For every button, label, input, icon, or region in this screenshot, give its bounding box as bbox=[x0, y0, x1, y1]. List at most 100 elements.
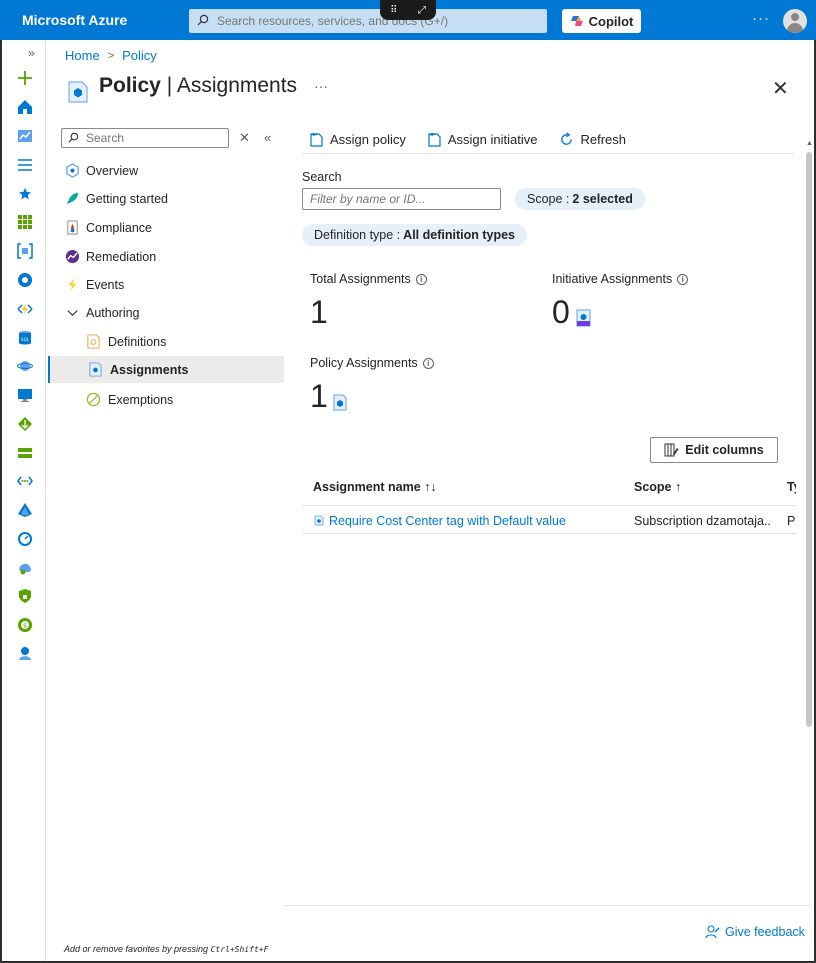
assign-policy-icon bbox=[310, 133, 323, 147]
nav-item-label: Compliance bbox=[86, 221, 153, 235]
scope-filter-pill[interactable]: Scope :2 selected bbox=[515, 188, 645, 210]
nav-item-label: Assignments bbox=[110, 363, 189, 377]
refresh-icon bbox=[561, 132, 573, 145]
more-options-icon[interactable]: ··· bbox=[314, 78, 328, 94]
assignments-table: Assignment name ↑↓ Scope ↑ Ty Require Co… bbox=[302, 474, 796, 534]
assignments-page-icon bbox=[68, 81, 88, 103]
chevron-right-icon: > bbox=[107, 49, 115, 62]
assign-initiative-icon bbox=[428, 133, 441, 147]
overview-icon bbox=[66, 163, 79, 178]
edit-columns-icon bbox=[664, 443, 679, 457]
favorites-star-icon bbox=[19, 188, 31, 200]
virtual-machine-icon[interactable] bbox=[17, 387, 33, 403]
command-bar: Assign policy Assign initiative Refresh bbox=[302, 126, 794, 154]
advisor-icon[interactable] bbox=[17, 560, 33, 576]
grid-dots-icon[interactable]: ⠿ bbox=[390, 5, 397, 16]
give-feedback-link[interactable]: Give feedback bbox=[705, 925, 805, 939]
brand-label[interactable]: Microsoft Azure bbox=[22, 12, 127, 28]
info-icon[interactable]: i bbox=[422, 357, 434, 369]
nav-item-label: Events bbox=[86, 278, 125, 292]
assign-initiative-button[interactable]: Assign initiative bbox=[428, 132, 537, 147]
nav-item-assignments[interactable]: Assignments bbox=[48, 356, 284, 383]
copilot-button[interactable]: Copilot bbox=[562, 9, 641, 33]
app-services-icon[interactable] bbox=[17, 272, 33, 288]
assignment-scope: Subscription dzamotaja... bbox=[634, 514, 770, 528]
nav-search[interactable] bbox=[61, 128, 229, 148]
all-resources-icon[interactable] bbox=[17, 214, 33, 230]
column-header-type[interactable]: Ty bbox=[787, 480, 796, 494]
exemptions-icon bbox=[86, 392, 101, 407]
all-services-icon[interactable] bbox=[17, 157, 33, 173]
favorites-note: Add or remove favorites by pressing Ctrl… bbox=[64, 944, 269, 954]
help-support-icon[interactable] bbox=[17, 645, 33, 661]
storage-account-icon[interactable] bbox=[17, 445, 33, 461]
avatar[interactable] bbox=[783, 9, 807, 33]
policy-assignments-value: 1 bbox=[310, 378, 347, 415]
nav-item-label: Authoring bbox=[86, 306, 140, 320]
nav-item-label: Exemptions bbox=[108, 393, 174, 407]
global-search-input[interactable] bbox=[215, 12, 535, 30]
nav-search-input[interactable] bbox=[84, 131, 224, 145]
home-icon[interactable] bbox=[17, 99, 33, 115]
clear-search-icon[interactable]: ✕ bbox=[239, 130, 250, 146]
nav-item-getting-started[interactable]: Getting started bbox=[48, 185, 284, 212]
svg-text:$: $ bbox=[23, 623, 27, 630]
scroll-up-arrow-icon[interactable]: ▲ bbox=[806, 140, 813, 147]
nav-item-events[interactable]: Events bbox=[48, 271, 284, 298]
chevron-down-icon bbox=[67, 310, 78, 317]
info-icon[interactable]: i bbox=[415, 273, 427, 285]
definition-type-filter-pill[interactable]: Definition type : All definition types bbox=[302, 224, 527, 246]
nav-item-authoring[interactable]: Authoring bbox=[48, 299, 284, 326]
search-icon bbox=[197, 14, 209, 26]
load-balancer-icon[interactable] bbox=[17, 416, 33, 432]
global-search[interactable] bbox=[189, 9, 547, 33]
snap-layout-bar[interactable]: ⠿ ⤢ bbox=[380, 0, 436, 20]
vertical-scrollbar[interactable] bbox=[806, 152, 812, 727]
nav-item-overview[interactable]: Overview bbox=[48, 157, 284, 184]
info-icon[interactable]: i bbox=[677, 273, 689, 285]
breadcrumb-policy[interactable]: Policy bbox=[122, 48, 157, 63]
divider bbox=[285, 905, 810, 906]
breadcrumb-home[interactable]: Home bbox=[65, 48, 100, 63]
entra-id-icon[interactable] bbox=[17, 502, 33, 518]
lightning-icon bbox=[68, 277, 77, 292]
resource-groups-icon[interactable] bbox=[17, 243, 33, 259]
breadcrumb: Home > Policy bbox=[65, 48, 157, 63]
nav-item-remediation[interactable]: Remediation bbox=[48, 243, 284, 270]
policy-icon bbox=[333, 394, 347, 411]
cost-management-icon[interactable]: $ bbox=[17, 617, 33, 633]
edit-columns-button[interactable]: Edit columns bbox=[650, 437, 778, 463]
sql-database-icon[interactable]: SQL bbox=[17, 330, 33, 346]
table-header: Assignment name ↑↓ Scope ↑ Ty bbox=[302, 474, 796, 506]
close-icon[interactable]: ✕ bbox=[772, 76, 789, 101]
nav-item-definitions[interactable]: Definitions bbox=[48, 328, 284, 355]
table-row: Require Cost Center tag with Default val… bbox=[302, 506, 796, 534]
assignment-name-link[interactable]: Require Cost Center tag with Default val… bbox=[329, 514, 566, 528]
expand-rail-icon[interactable]: » bbox=[28, 46, 35, 60]
create-resource-icon[interactable] bbox=[17, 70, 33, 86]
monitor-icon[interactable] bbox=[17, 531, 33, 547]
defender-icon[interactable] bbox=[17, 588, 33, 604]
virtual-network-icon[interactable] bbox=[17, 473, 33, 489]
definitions-icon bbox=[87, 334, 100, 349]
column-header-assignment-name[interactable]: Assignment name ↑↓ bbox=[313, 480, 437, 494]
function-app-icon[interactable] bbox=[17, 301, 33, 317]
refresh-button[interactable]: Refresh bbox=[559, 132, 626, 147]
initiative-assignments-value: 0 bbox=[552, 294, 592, 331]
copilot-icon bbox=[570, 16, 583, 26]
column-header-scope[interactable]: Scope ↑ bbox=[634, 480, 681, 494]
more-icon[interactable]: ··· bbox=[752, 10, 770, 27]
expand-icon[interactable]: ⤢ bbox=[418, 5, 426, 16]
copilot-label: Copilot bbox=[588, 13, 634, 29]
nav-item-label: Remediation bbox=[86, 250, 157, 264]
assignment-type: Po bbox=[787, 514, 796, 528]
dashboard-icon[interactable] bbox=[17, 128, 33, 144]
cosmos-db-icon[interactable] bbox=[17, 358, 33, 374]
filter-input[interactable] bbox=[302, 188, 501, 210]
assign-policy-button[interactable]: Assign policy bbox=[310, 132, 406, 147]
nav-item-compliance[interactable]: Compliance bbox=[48, 214, 284, 241]
nav-item-exemptions[interactable]: Exemptions bbox=[48, 386, 284, 413]
left-icon-rail: » SQL $ bbox=[2, 40, 46, 961]
initiative-icon bbox=[576, 309, 591, 327]
collapse-nav-icon[interactable]: « bbox=[264, 130, 271, 145]
